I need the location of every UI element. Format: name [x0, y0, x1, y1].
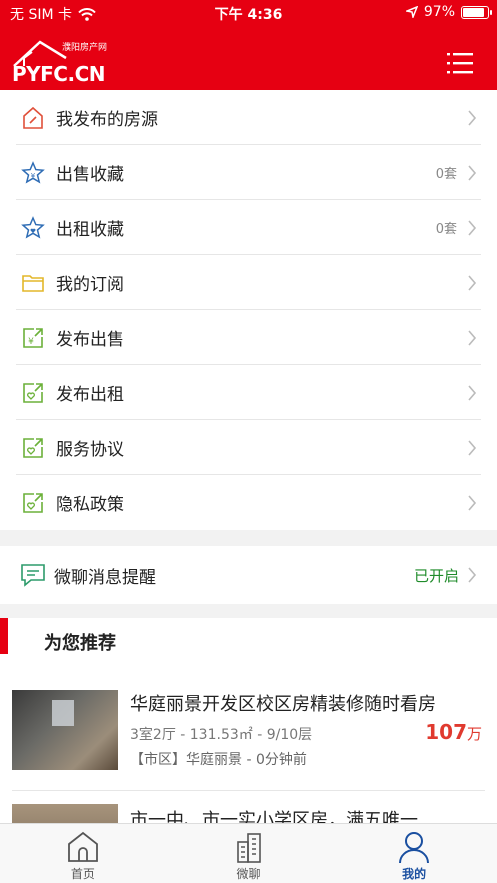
tab-label: 我的: [402, 867, 427, 881]
tab-mine[interactable]: 我的: [331, 824, 497, 883]
chevron-right-icon: [468, 439, 477, 456]
tab-label: 首页: [70, 867, 95, 881]
menu-item-label: 服务协议: [56, 440, 124, 460]
listing-card[interactable]: 市一中、市一实小学区房，满五唯一: [12, 804, 482, 824]
share-yen-icon: ¥: [20, 325, 46, 351]
price-unit: 万: [466, 725, 482, 743]
folder-icon: [20, 270, 46, 296]
menu-item-rent-favorites[interactable]: 出租收藏 0套: [0, 200, 497, 255]
battery-icon: [461, 5, 492, 19]
menu-item-subscriptions[interactable]: 我的订阅: [0, 255, 497, 310]
menu-item-label: 出售收藏: [56, 165, 124, 185]
chevron-right-icon: [468, 164, 477, 181]
menu-item-privacy-policy[interactable]: 隐私政策: [0, 475, 497, 530]
chevron-right-icon: [468, 384, 477, 401]
logo-text: PYFC.CN: [12, 62, 106, 86]
list-menu-icon[interactable]: [447, 52, 473, 74]
favorite-count: 0套: [435, 167, 457, 182]
status-bar: 无 SIM 卡 下午 4:36 97%: [0, 0, 497, 26]
tab-home[interactable]: 首页: [0, 824, 166, 883]
menu-item-label: 我发布的房源: [56, 110, 158, 130]
listing-specs: 3室2厅 - 131.53㎡ - 9/10层: [130, 727, 313, 743]
profile-menu-list: 我发布的房源 ¥ 出售收藏 0套 出租收藏 0套 我的订阅 ¥ 发布出售 发布出…: [0, 90, 497, 530]
chevron-right-icon: [468, 109, 477, 126]
chevron-right-icon: [468, 567, 477, 583]
favorite-count: 0套: [435, 222, 457, 237]
battery-percent: 97%: [423, 4, 455, 20]
menu-item-service-agreement[interactable]: 服务协议: [0, 420, 497, 475]
bottom-tab-bar: 首页 微聊 我的: [0, 823, 497, 883]
divider: [12, 790, 485, 791]
listing-title: 华庭丽景开发区校区房精装修随时看房: [130, 694, 436, 715]
share-heart-icon: [20, 380, 46, 406]
tab-chat[interactable]: 微聊: [166, 824, 332, 883]
listing-title: 市一中、市一实小学区房，满五唯一: [130, 810, 418, 824]
chevron-right-icon: [468, 219, 477, 236]
section-accent-bar: [0, 618, 8, 654]
listing-card[interactable]: 华庭丽景开发区校区房精装修随时看房 3室2厅 - 131.53㎡ - 9/10层…: [12, 690, 482, 770]
menu-item-label: 发布出租: [56, 385, 124, 405]
share-heart-icon: [20, 435, 46, 461]
chevron-right-icon: [468, 494, 477, 511]
menu-item-my-listings[interactable]: 我发布的房源: [0, 90, 497, 145]
logo-subtitle: 濮阳房产网: [62, 43, 108, 53]
home-icon: [67, 831, 98, 862]
listing-photo: [12, 690, 118, 770]
menu-item-label: 我的订阅: [56, 275, 124, 295]
tab-label: 微聊: [236, 867, 261, 881]
location-arrow-icon: [405, 6, 418, 18]
house-edit-icon: [20, 105, 46, 131]
chat-bubble-icon: [21, 564, 45, 587]
chat-notification-status: 已开启: [413, 566, 459, 585]
menu-item-post-sale[interactable]: ¥ 发布出售: [0, 310, 497, 365]
price-value: 107: [425, 720, 467, 744]
menu-item-post-rent[interactable]: 发布出租: [0, 365, 497, 420]
listing-location: 【市区】华庭丽景 - 0分钟前: [130, 752, 307, 768]
buildings-icon: [236, 833, 261, 863]
chevron-right-icon: [468, 274, 477, 291]
chat-notification-label: 微聊消息提醒: [54, 567, 156, 588]
recommendation-section: 为您推荐 华庭丽景开发区校区房精装修随时看房 3室2厅 - 131.53㎡ - …: [0, 618, 497, 824]
listing-price: 107万: [425, 720, 482, 744]
share-heart-icon: [20, 490, 46, 516]
chat-notification-setting[interactable]: 微聊消息提醒 已开启: [0, 546, 497, 604]
user-icon: [399, 832, 430, 864]
svg-text:¥: ¥: [31, 172, 36, 180]
listing-photo: [12, 804, 118, 824]
menu-item-label: 发布出售: [56, 330, 124, 350]
section-title: 为您推荐: [44, 633, 116, 654]
svg-text:¥: ¥: [28, 337, 34, 347]
menu-item-label: 隐私政策: [56, 495, 124, 515]
app-header: 无 SIM 卡 下午 4:36 97% 濮阳房产网 PYFC.CN: [0, 0, 497, 90]
star-heart-icon: [20, 215, 46, 241]
chevron-right-icon: [468, 329, 477, 346]
menu-item-sale-favorites[interactable]: ¥ 出售收藏 0套: [0, 145, 497, 200]
star-yen-icon: ¥: [20, 160, 46, 186]
menu-item-label: 出租收藏: [56, 220, 124, 240]
